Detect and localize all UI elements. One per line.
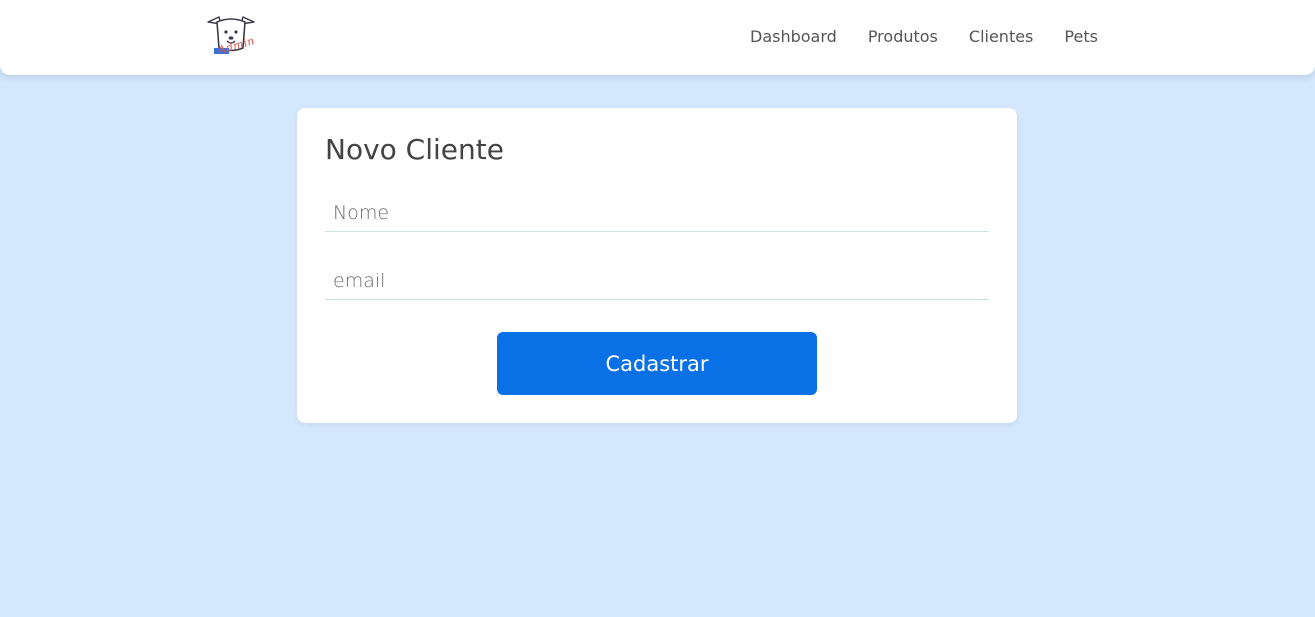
top-navbar: Admin Dashboard Produtos Clientes Pets	[0, 0, 1315, 75]
form-title: Novo Cliente	[325, 133, 504, 166]
nav-link-dashboard[interactable]: Dashboard	[750, 27, 837, 47]
nav-link-clientes[interactable]: Clientes	[969, 27, 1034, 47]
email-input[interactable]	[325, 262, 989, 300]
nome-input[interactable]	[325, 194, 989, 232]
main-nav: Dashboard Produtos Clientes Pets	[750, 27, 1098, 47]
cadastrar-button[interactable]: Cadastrar	[497, 332, 817, 395]
new-client-form-card: Novo Cliente Cadastrar	[297, 108, 1017, 423]
nav-link-pets[interactable]: Pets	[1064, 27, 1098, 47]
nav-link-produtos[interactable]: Produtos	[868, 27, 938, 47]
